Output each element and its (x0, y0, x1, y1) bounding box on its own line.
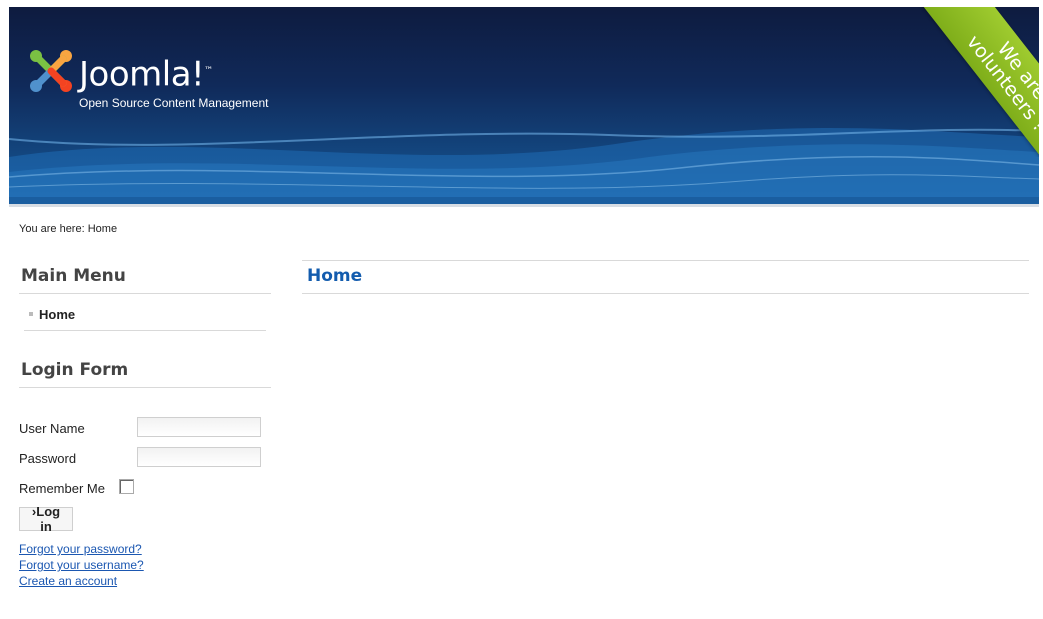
login-form-divider (19, 387, 271, 388)
page-title: Home (307, 266, 363, 286)
remember-me-checkbox[interactable] (119, 479, 134, 494)
main-menu-divider (19, 293, 271, 294)
login-form-title: Login Form (21, 360, 129, 380)
volunteers-ribbon-banner: We are volunteers ! (921, 7, 1039, 157)
joomla-logo[interactable]: Joomla!™ Open Source Content Management (27, 47, 277, 127)
menu-item-home[interactable]: Home (24, 303, 266, 331)
main-title-divider (302, 293, 1029, 294)
username-label: User Name (19, 421, 85, 436)
forgot-username-link[interactable]: Forgot your username? (19, 558, 144, 572)
breadcrumb-current: Home (87, 223, 118, 235)
main-top-divider (302, 260, 1029, 261)
joomla-logo-icon (30, 50, 72, 92)
header-divider (9, 204, 1039, 207)
forgot-password-link[interactable]: Forgot your password? (19, 542, 142, 556)
breadcrumb: You are here: Home (19, 223, 117, 235)
login-button[interactable]: ›Log in (19, 504, 73, 534)
create-account-link[interactable]: Create an account (19, 574, 117, 588)
password-input[interactable] (137, 447, 261, 467)
volunteers-ribbon[interactable]: We are volunteers ! (909, 7, 1039, 157)
site-header: Joomla!™ Open Source Content Management … (9, 7, 1039, 204)
menu-item-home-label[interactable]: Home (39, 307, 75, 322)
password-label: Password (19, 451, 77, 466)
logo-wordmark: Joomla!™ (79, 54, 213, 95)
remember-me-label: Remember Me (19, 481, 105, 496)
breadcrumb-prefix: You are here: (19, 223, 85, 235)
bullet-icon (29, 312, 33, 316)
site-tagline: Open Source Content Management (79, 96, 269, 110)
username-input[interactable] (137, 417, 261, 437)
main-menu-title: Main Menu (21, 266, 126, 286)
